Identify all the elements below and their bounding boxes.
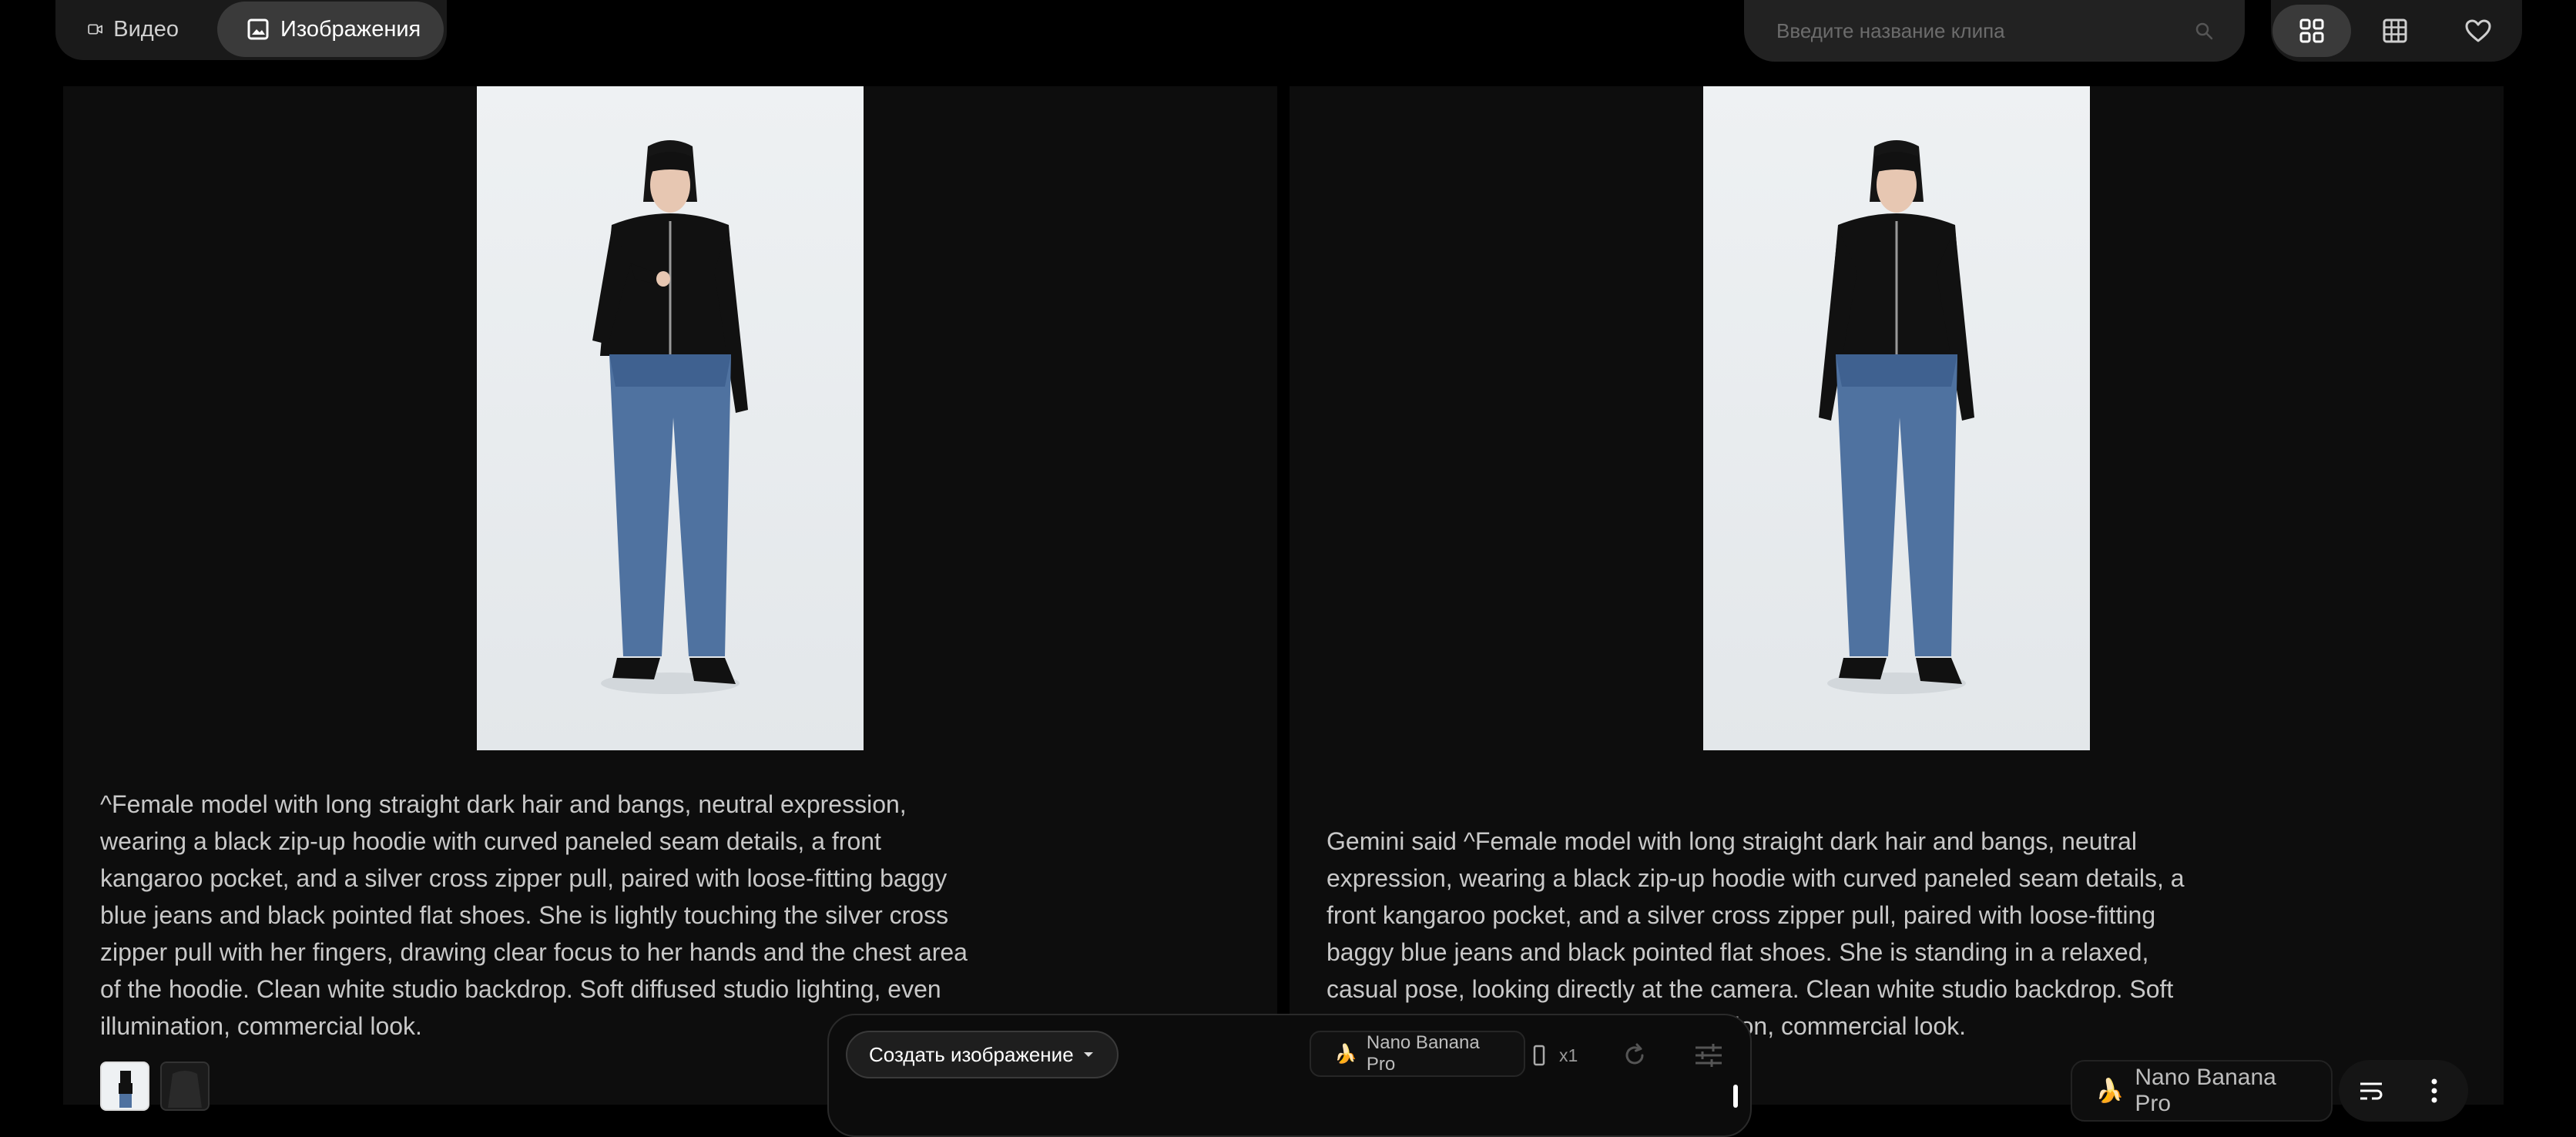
video-camera-icon [88,24,102,35]
create-image-label: Создать изображение [869,1042,1074,1066]
count-label: x1 [1559,1045,1578,1065]
banana-icon: 🍌 [2095,1078,2125,1104]
generated-image-2[interactable] [1703,86,2090,750]
card-model-badge: 🍌 Nano Banana Pro [2071,1060,2333,1122]
sliders-icon [1696,1044,1722,1067]
search-icon[interactable] [2194,21,2214,41]
generated-image-1[interactable] [477,86,864,750]
image-icon [247,18,269,40]
banana-icon: 🍌 [1334,1043,1357,1065]
clip-search-input[interactable] [1775,18,2194,44]
settings-button[interactable] [1685,1032,1732,1078]
chevron-down-icon [1084,1052,1093,1057]
model-label: Nano Banana Pro [1366,1032,1480,1075]
reuse-prompt-button[interactable] [2348,1068,2394,1114]
favorites-button[interactable] [2439,5,2517,57]
table-view-icon [2383,18,2407,43]
regenerate-button[interactable] [1612,1032,1658,1078]
grid-view-icon [2299,18,2324,43]
model-photo-touching-zipper [592,140,748,694]
grid-view-button[interactable] [2272,5,2351,57]
prompt-caption-2: Gemini said ^Female model with long stra… [1327,827,2185,1040]
card-model-label: Nano Banana Pro [2135,1065,2276,1116]
model-photo-standing [1819,140,1974,694]
model-selector[interactable]: 🍌 Nano Banana Pro [1310,1031,1525,1077]
reference-thumbnail-1[interactable] [100,1062,149,1111]
create-image-button[interactable]: Создать изображение [846,1031,1119,1078]
more-vertical-icon [2431,1078,2437,1103]
tab-images-label: Изображения [280,16,421,42]
more-options-button[interactable] [2411,1068,2457,1114]
portrait-aspect-icon [1533,1045,1545,1066]
prompt-caption-1: ^Female model with long straight dark ha… [100,790,968,1040]
text-wrap-icon [2360,1082,2383,1100]
hoodie-thumbnail-image [168,1071,202,1108]
reference-thumbnail-image [119,1071,132,1108]
favorites-heart-icon [2465,19,2491,42]
tab-video-label: Видео [113,16,179,42]
refresh-icon [1625,1043,1644,1065]
tab-video[interactable]: Видео [59,2,197,57]
table-view-button[interactable] [2356,5,2434,57]
reference-thumbnail-2[interactable] [160,1062,210,1111]
tab-images[interactable]: Изображения [217,2,444,57]
clip-search-bar [1744,0,2245,62]
output-count[interactable]: x1 [1533,1032,1578,1078]
